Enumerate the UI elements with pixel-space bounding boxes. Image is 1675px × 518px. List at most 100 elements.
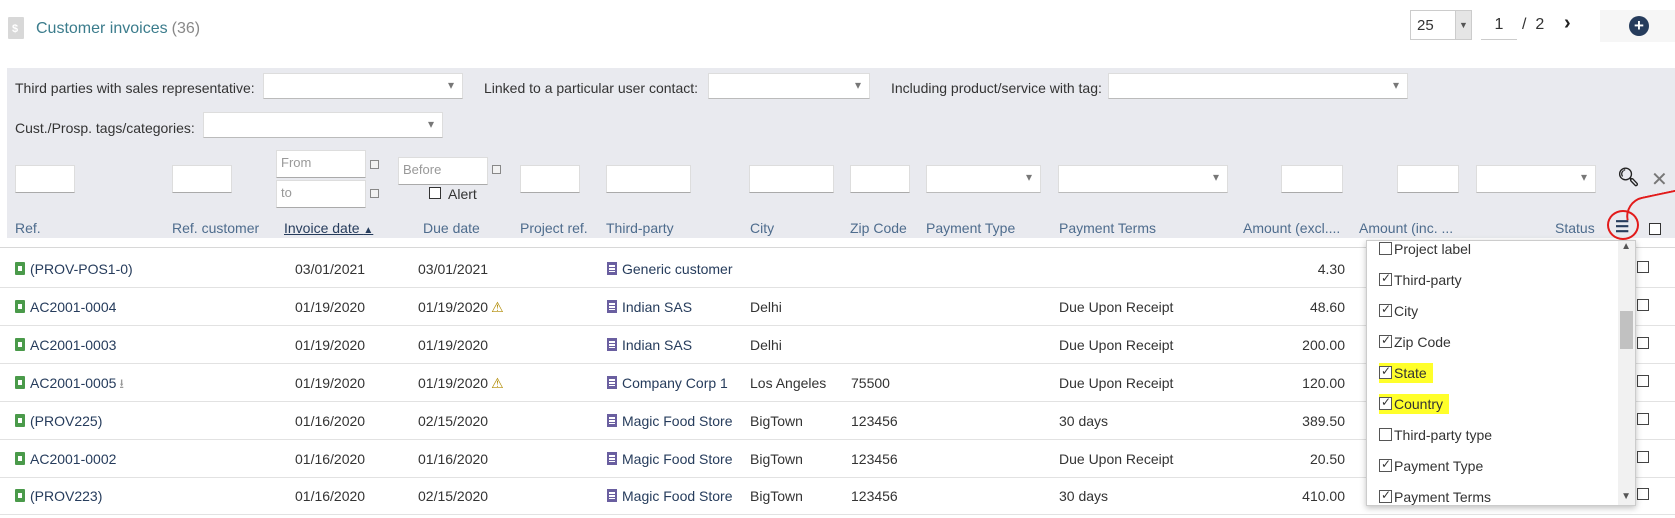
row-third-party[interactable]: Company Corp 1 [607, 375, 728, 391]
col-due-date[interactable]: Due date [423, 220, 480, 236]
row-third-party[interactable]: Indian SAS [607, 337, 692, 353]
cust-tags-select[interactable] [203, 112, 443, 138]
row-zip: 123456 [851, 413, 898, 429]
row-ref-text: AC2001-0005 [30, 375, 117, 391]
col-status[interactable]: Status [1555, 220, 1595, 236]
column-option[interactable]: Third-party [1379, 271, 1462, 288]
row-ref[interactable]: AC2001-0005 ⭳ [30, 375, 124, 397]
col-ref-customer[interactable]: Ref. customer [172, 220, 259, 236]
column-option-checkbox[interactable] [1379, 271, 1392, 286]
row-due-date: 01/19/2020 [418, 337, 488, 353]
column-option-label: Third-party type [1394, 427, 1493, 443]
row-checkbox[interactable] [1637, 413, 1649, 425]
row-due-date-text: 03/01/2021 [418, 261, 489, 277]
page-title: Customer invoices (36) [36, 20, 200, 38]
ref-customer-search-input[interactable] [172, 165, 232, 193]
row-checkbox[interactable] [1637, 375, 1649, 387]
zip-search-input[interactable] [850, 165, 910, 193]
date-from-input[interactable]: From [276, 150, 366, 178]
row-third-party[interactable]: Generic customer [607, 261, 732, 277]
column-option[interactable]: Zip Code [1379, 333, 1451, 350]
col-payment-type[interactable]: Payment Type [926, 220, 1015, 236]
scroll-up-icon[interactable]: ▲ [1621, 241, 1631, 252]
row-city: Los Angeles [750, 375, 827, 391]
row-checkbox[interactable] [1637, 337, 1649, 349]
dropdown-scrollbar[interactable]: ▲ ▼ [1618, 241, 1635, 505]
row-third-party[interactable]: Magic Food Store [607, 488, 733, 504]
col-city[interactable]: City [750, 220, 774, 236]
status-select[interactable] [1476, 165, 1596, 193]
due-before-input[interactable]: Before [398, 157, 488, 185]
col-payment-terms[interactable]: Payment Terms [1059, 220, 1156, 236]
payment-terms-select[interactable] [1058, 165, 1228, 193]
download-icon[interactable]: ⭳ [119, 376, 124, 391]
col-project-ref[interactable]: Project ref. [520, 220, 588, 236]
row-due-date: 01/19/2020 ⚠ [418, 299, 504, 316]
row-checkbox[interactable] [1637, 488, 1649, 500]
column-option[interactable]: Project label [1379, 241, 1471, 257]
column-option[interactable]: Third-party type [1379, 427, 1492, 443]
ref-search-input[interactable] [15, 165, 75, 193]
product-tag-select[interactable] [1108, 73, 1408, 99]
column-option-checkbox[interactable] [1379, 302, 1392, 317]
column-option[interactable]: City [1379, 302, 1418, 319]
calendar-icon[interactable] [492, 165, 501, 174]
column-option-wrap: Payment Type [1379, 457, 1483, 474]
new-invoice-button[interactable]: + [1600, 10, 1675, 42]
column-selection-dropdown[interactable]: Project label Third-party City Zip Code Stat… [1366, 240, 1636, 506]
col-ref[interactable]: Ref. [15, 220, 41, 236]
page-size-select[interactable]: 25 ▼ [1410, 10, 1472, 40]
user-contact-select[interactable] [708, 73, 870, 99]
col-amount-excl[interactable]: Amount (excl.... [1243, 220, 1340, 236]
scroll-thumb[interactable] [1620, 311, 1633, 349]
row-checkbox[interactable] [1637, 451, 1649, 463]
amount-excl-search-input[interactable] [1281, 165, 1343, 193]
payment-type-select[interactable] [926, 165, 1041, 193]
search-icon[interactable]: 🔍︎ [1617, 167, 1640, 188]
scroll-down-icon[interactable]: ▼ [1621, 491, 1631, 502]
row-third-party[interactable]: Magic Food Store [607, 413, 733, 429]
row-checkbox[interactable] [1637, 299, 1649, 311]
row-third-party[interactable]: Indian SAS [607, 299, 692, 315]
calendar-icon[interactable] [370, 160, 379, 169]
date-to-input[interactable]: to [276, 180, 366, 208]
select-all-checkbox[interactable] [1649, 223, 1661, 235]
row-ref[interactable]: (PROV223) [30, 488, 102, 504]
building-icon [607, 489, 617, 502]
row-ref[interactable]: AC2001-0003 [30, 337, 116, 353]
row-checkbox[interactable] [1637, 261, 1649, 273]
column-option-checkbox[interactable] [1379, 488, 1392, 503]
alert-checkbox[interactable] [429, 187, 441, 199]
amount-inc-search-input[interactable] [1397, 165, 1459, 193]
column-option[interactable]: Payment Type [1379, 457, 1483, 474]
col-zip[interactable]: Zip Code [850, 220, 907, 236]
calendar-icon[interactable] [370, 189, 379, 198]
row-ref[interactable]: AC2001-0002 [30, 451, 116, 467]
column-option-checkbox[interactable] [1379, 364, 1392, 379]
col-third-party[interactable]: Third-party [606, 220, 674, 236]
col-invoice-date[interactable]: Invoice date ▲ [284, 220, 373, 236]
row-invoice-date: 01/19/2020 [295, 375, 366, 391]
column-option-checkbox[interactable] [1379, 333, 1392, 348]
row-third-party[interactable]: Magic Food Store [607, 451, 733, 467]
project-ref-search-input[interactable] [520, 165, 580, 193]
city-search-input[interactable] [749, 165, 834, 193]
column-option-checkbox[interactable] [1379, 242, 1392, 255]
row-ref[interactable]: AC2001-0004 [30, 299, 116, 315]
next-page-icon[interactable]: › [1564, 12, 1571, 35]
column-option[interactable]: Country [1379, 394, 1450, 414]
clear-filter-icon[interactable]: ✕ [1651, 167, 1668, 192]
column-option-checkbox[interactable] [1379, 395, 1392, 410]
building-icon [607, 452, 617, 465]
column-option-checkbox[interactable] [1379, 457, 1392, 472]
sales-rep-select[interactable] [263, 73, 463, 99]
row-ref[interactable]: (PROV225) [30, 413, 102, 429]
column-option[interactable]: Payment Terms [1379, 488, 1491, 505]
column-option-checkbox[interactable] [1379, 428, 1392, 441]
third-party-search-input[interactable] [606, 165, 691, 193]
col-amount-inc[interactable]: Amount (inc. ... [1359, 220, 1453, 236]
row-ref[interactable]: (PROV-POS1-0) [30, 261, 133, 277]
page-number-input[interactable]: 1 [1481, 12, 1517, 40]
row-amount: 120.00 [1302, 375, 1345, 391]
column-option[interactable]: State [1379, 363, 1433, 383]
